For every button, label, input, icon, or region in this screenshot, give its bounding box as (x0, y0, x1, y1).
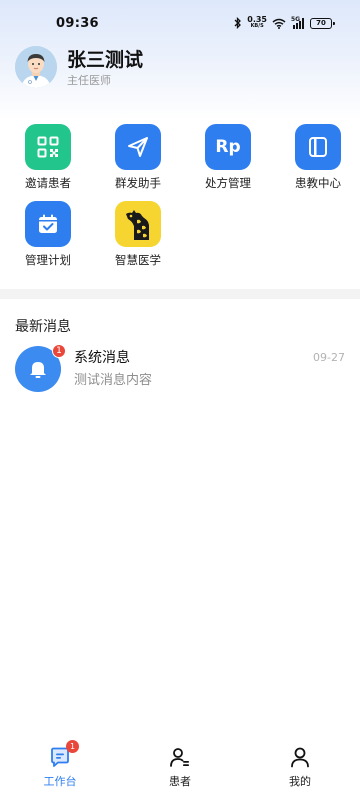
message-preview: 测试消息内容 (74, 373, 153, 388)
smart-medicine-button[interactable]: 智慧医学 (93, 201, 183, 267)
signal-type-label: 5G (291, 15, 301, 23)
doctor-title: 主任医师 (67, 73, 111, 87)
message-item-system[interactable]: 1 系统消息 测试消息内容 09-27 (15, 344, 345, 398)
bell-icon: 1 (15, 344, 66, 392)
latest-messages-title: 最新消息 (15, 319, 71, 335)
bluetooth-icon (234, 14, 242, 33)
status-time: 09:36 (56, 15, 99, 31)
wifi-icon (272, 14, 286, 33)
section-divider (0, 289, 360, 299)
smart-medicine-label: 智慧医学 (115, 253, 161, 267)
network-speed: 0.35 KB/S (247, 15, 267, 30)
profile-icon (287, 744, 313, 770)
cellular-signal-icon: 5G (291, 15, 305, 29)
message-time: 09-27 (313, 351, 345, 364)
tab-patients-label: 患者 (169, 775, 191, 788)
doctor-name: 张三测试 (67, 48, 144, 71)
quick-actions-grid: 邀请患者 群发助手 Rp 处方管理 患教中心 管理计划 智慧医学 (0, 124, 360, 267)
doctor-avatar[interactable] (15, 46, 57, 88)
doctor-profile[interactable]: 张三测试 主任医师 (15, 46, 143, 88)
tab-profile[interactable]: 我的 (240, 740, 360, 800)
workbench-chat-icon: 1 (47, 740, 79, 770)
invite-patients-button[interactable]: 邀请患者 (3, 124, 93, 190)
mass-message-label: 群发助手 (115, 176, 161, 190)
patient-education-label: 患教中心 (295, 176, 341, 190)
patients-icon (167, 744, 193, 770)
status-bar: 09:36 0.35 KB/S 5G 70 (0, 0, 360, 46)
status-icons: 0.35 KB/S 5G 70 (234, 14, 335, 33)
invite-patients-label: 邀请患者 (25, 176, 71, 190)
send-icon (115, 124, 161, 170)
calendar-check-icon (25, 201, 71, 247)
tab-workbench[interactable]: 1 工作台 (0, 740, 120, 800)
tab-profile-label: 我的 (289, 775, 311, 788)
tab-patients[interactable]: 患者 (120, 740, 240, 800)
workbench-badge: 1 (66, 740, 79, 753)
message-unread-badge: 1 (52, 344, 66, 358)
prescription-management-button[interactable]: Rp 处方管理 (183, 124, 273, 190)
rp-icon-text: Rp (215, 137, 241, 157)
prescription-management-label: 处方管理 (205, 176, 251, 190)
management-plan-button[interactable]: 管理计划 (3, 201, 93, 267)
giraffe-logo-icon (115, 201, 161, 247)
message-title: 系统消息 (74, 350, 130, 366)
battery-icon: 70 (310, 17, 335, 29)
patient-education-button[interactable]: 患教中心 (273, 124, 360, 190)
management-plan-label: 管理计划 (25, 253, 71, 267)
mass-message-button[interactable]: 群发助手 (93, 124, 183, 190)
qr-code-icon (25, 124, 71, 170)
tab-workbench-label: 工作台 (43, 775, 77, 788)
book-icon (295, 124, 341, 170)
rp-icon: Rp (205, 124, 251, 170)
bottom-nav: 1 工作台 患者 我的 (0, 740, 360, 800)
